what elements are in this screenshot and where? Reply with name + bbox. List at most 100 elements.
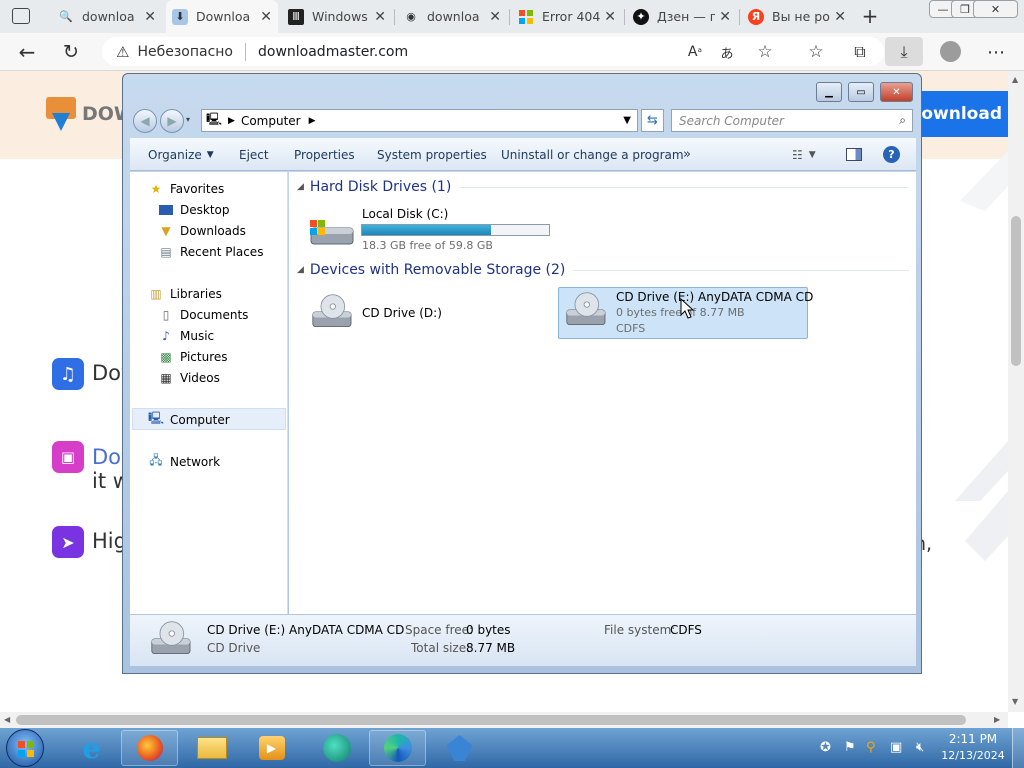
app-taskbar-icon[interactable]: [308, 730, 365, 766]
start-button[interactable]: [6, 729, 44, 767]
properties-button[interactable]: Properties: [294, 138, 355, 171]
add-favorite-icon[interactable]: ☆: [754, 41, 776, 63]
tab-6[interactable]: ✦ Дзен — г ✕: [627, 0, 737, 33]
close-icon[interactable]: ✕: [374, 9, 386, 25]
new-tab-button[interactable]: +: [858, 4, 882, 28]
close-window-button[interactable]: ✕: [973, 0, 1018, 18]
tab-4[interactable]: ◉ downloa ✕: [397, 0, 507, 33]
group-removable[interactable]: ◢ Devices with Removable Storage (2): [297, 262, 909, 278]
scroll-up-icon[interactable]: ▲: [1012, 75, 1018, 84]
organize-button[interactable]: Organize ▼: [148, 138, 214, 171]
profile-avatar[interactable]: [940, 41, 961, 62]
firefox-taskbar-icon[interactable]: [121, 730, 178, 766]
file-explorer-taskbar-icon[interactable]: [183, 730, 240, 766]
decorative-watermark: [955, 441, 1008, 561]
tray-network-icon[interactable]: ✪: [820, 740, 831, 755]
collections-icon[interactable]: ⧉: [848, 41, 872, 63]
cd-drive-d-name[interactable]: CD Drive (D:): [362, 306, 442, 320]
scroll-left-icon[interactable]: ◀: [4, 715, 10, 724]
tab-2[interactable]: ⬇ Downloa ✕: [166, 0, 278, 33]
close-icon[interactable]: ✕: [489, 9, 501, 25]
explorer-close-button[interactable]: ✕: [880, 82, 913, 102]
address-dropdown-icon[interactable]: ▼: [623, 115, 631, 126]
tab-1[interactable]: 🔍 downloa ✕: [52, 0, 162, 33]
sidebar-item-libraries[interactable]: ▥ Libraries: [148, 283, 222, 304]
sidebar-item-downloads[interactable]: ▼ Downloads: [158, 220, 246, 241]
search-input[interactable]: Search Computer ⌕: [671, 109, 913, 132]
tab-5[interactable]: Error 404 ✕: [512, 0, 622, 33]
refresh-arrows-icon[interactable]: ⇆: [641, 109, 664, 132]
downloads-icon[interactable]: ⤓: [885, 37, 923, 66]
page-horizontal-scrollbar[interactable]: ◀ ▶: [0, 712, 1008, 728]
edge-taskbar-icon[interactable]: [369, 730, 426, 766]
content-pane: ◢ Hard Disk Drives (1) Local Disk (C:) 1…: [289, 172, 916, 614]
translate-icon[interactable]: あ: [716, 41, 738, 63]
tab-separator: [624, 9, 625, 25]
explorer-maximize-button[interactable]: ▭: [848, 82, 874, 102]
clock-time[interactable]: 2:11 PM: [940, 732, 1006, 746]
preview-pane-icon[interactable]: [846, 138, 862, 171]
media-player-taskbar-icon[interactable]: ▶: [243, 730, 300, 766]
breadcrumb-chevron-icon[interactable]: ▶: [228, 116, 235, 126]
breadcrumb-chevron-icon[interactable]: ▶: [309, 116, 316, 126]
scroll-right-icon[interactable]: ▶: [994, 715, 1000, 724]
sidebar-item-pictures[interactable]: ▩ Pictures: [158, 346, 227, 367]
security-label[interactable]: Небезопасно: [137, 44, 233, 60]
sidebar-item-music[interactable]: ♪ Music: [158, 325, 214, 346]
search-icon[interactable]: ⌕: [899, 113, 906, 128]
back-button[interactable]: ◀: [133, 109, 157, 133]
close-icon[interactable]: ✕: [260, 9, 272, 25]
sidebar-item-videos[interactable]: ▦ Videos: [158, 367, 220, 388]
warning-icon[interactable]: ⚠: [116, 43, 129, 61]
tray-flag-icon[interactable]: ⚑: [844, 740, 856, 755]
system-properties-button[interactable]: System properties: [377, 138, 487, 171]
recent-pages-icon[interactable]: ▾: [186, 115, 190, 124]
close-icon[interactable]: ✕: [834, 9, 846, 25]
url-field[interactable]: ⚠ Небезопасно downloadmaster.com Aᵃ あ ☆: [102, 37, 884, 66]
more-commands-button[interactable]: »: [683, 138, 691, 171]
eject-button[interactable]: Eject: [239, 138, 269, 171]
explorer-minimize-button[interactable]: ▁: [816, 82, 842, 102]
sidebar-item-network[interactable]: 🖧 Network: [148, 451, 220, 472]
download-master-taskbar-icon[interactable]: [431, 730, 488, 766]
address-breadcrumb[interactable]: 🖳 ▶ Computer ▶ ▼: [201, 109, 638, 132]
help-icon[interactable]: ?: [883, 138, 900, 171]
collapse-icon[interactable]: ◢: [297, 265, 304, 275]
clock-date[interactable]: 12/13/2024: [940, 749, 1006, 762]
show-desktop-button[interactable]: [1012, 728, 1024, 768]
close-icon[interactable]: ✕: [144, 9, 156, 25]
tab-3[interactable]: Ⅲ Windows ✕: [282, 0, 392, 33]
more-menu-icon[interactable]: ⋯: [985, 41, 1007, 63]
tab-actions-icon[interactable]: [12, 8, 30, 24]
page-vertical-scrollbar[interactable]: ▲ ▼: [1008, 71, 1024, 712]
sidebar-item-documents[interactable]: ▯ Documents: [158, 304, 249, 325]
sidebar-item-computer[interactable]: 🖳 Computer: [148, 409, 230, 430]
url-text[interactable]: downloadmaster.com: [258, 44, 408, 60]
tab-7[interactable]: Я Вы не ро ✕: [742, 0, 852, 33]
group-hard-disks[interactable]: ◢ Hard Disk Drives (1): [297, 179, 909, 195]
refresh-icon[interactable]: ↻: [60, 41, 82, 63]
tray-display-icon[interactable]: ▣: [890, 740, 902, 755]
tray-volume-muted-icon[interactable]: 🔇︎: [916, 740, 924, 755]
vertical-scroll-thumb[interactable]: [1011, 216, 1021, 366]
local-disk-icon: [307, 212, 355, 255]
forward-button[interactable]: ▶: [160, 109, 184, 133]
sidebar-item-recent-places[interactable]: ▤ Recent Places: [158, 241, 263, 262]
back-arrow-icon[interactable]: ←: [16, 40, 38, 64]
sidebar-item-favorites[interactable]: ★ Favorites: [148, 178, 225, 199]
collapse-icon[interactable]: ◢: [297, 182, 304, 192]
horizontal-scroll-thumb[interactable]: [16, 715, 966, 725]
tray-search-icon[interactable]: ⚲: [866, 740, 876, 755]
favorites-icon[interactable]: ☆: [804, 41, 828, 63]
breadcrumb-computer[interactable]: Computer: [241, 114, 301, 128]
view-options-icon[interactable]: ☷ ▼: [792, 138, 816, 171]
close-icon[interactable]: ✕: [604, 9, 616, 25]
internet-explorer-taskbar-icon[interactable]: e: [63, 730, 120, 766]
sidebar-item-desktop[interactable]: Desktop: [158, 199, 230, 220]
read-aloud-icon[interactable]: Aᵃ: [684, 41, 706, 63]
uninstall-button[interactable]: Uninstall or change a program: [501, 138, 684, 171]
tab-separator: [739, 9, 740, 25]
scroll-down-icon[interactable]: ▼: [1012, 697, 1018, 706]
close-icon[interactable]: ✕: [719, 9, 731, 25]
local-disk-name[interactable]: Local Disk (C:): [362, 207, 448, 221]
